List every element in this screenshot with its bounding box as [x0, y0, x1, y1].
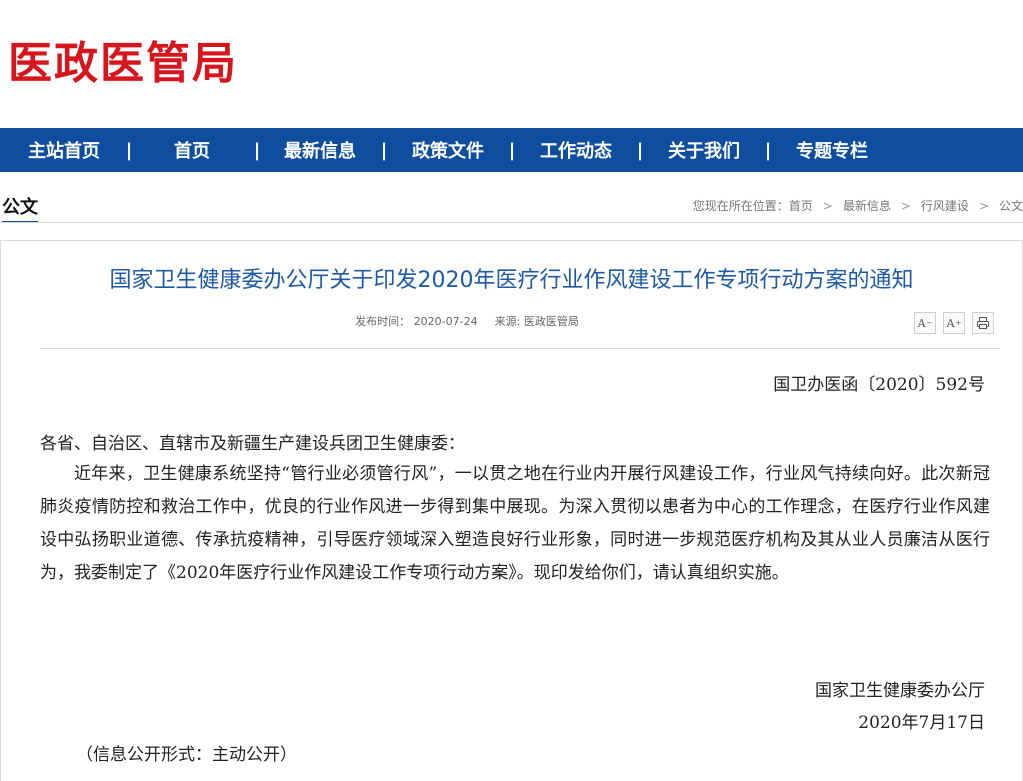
article-tools: A − A +	[914, 312, 994, 334]
nav-separator: |	[253, 139, 261, 161]
body-paragraph: 近年来，卫生健康系统坚持“管行业必须管行风”，一以贯之地在行业内开展行风建设工作…	[40, 464, 990, 583]
source-label: 来源:	[494, 315, 521, 328]
breadcrumb-item-documents[interactable]: 公文	[999, 197, 1023, 214]
nav-item-special-topics[interactable]: 专题专栏	[794, 137, 870, 163]
source-value: 医政医管局	[523, 315, 579, 328]
nav-separator: |	[380, 139, 388, 161]
breadcrumb-item-home[interactable]: 首页	[789, 197, 813, 214]
nav-item-about-us[interactable]: 关于我们	[666, 137, 742, 163]
article-title: 国家卫生健康委办公厅关于印发2020年医疗行业作风建设工作专项行动方案的通知	[109, 268, 914, 293]
font-increase-button[interactable]: A +	[943, 312, 965, 334]
nav-separator: |	[125, 139, 133, 161]
site-logo[interactable]: 医政医管局	[8, 36, 238, 92]
publish-date-label: 发布时间：	[355, 315, 411, 328]
main-nav: 主站首页 | 首页 | 最新信息 | 政策文件 | 工作动态 | 关于我们 | …	[0, 128, 1023, 172]
font-increase-label: A	[946, 316, 955, 330]
breadcrumb-separator: >	[822, 198, 833, 213]
font-increase-plus: +	[955, 319, 962, 327]
nav-separator: |	[636, 139, 644, 161]
nav-separator: |	[508, 139, 516, 161]
nav-item-home[interactable]: 首页	[152, 137, 232, 163]
breadcrumb-separator: >	[978, 198, 989, 213]
article-meta: 发布时间： 2020-07-24 来源: 医政医管局	[0, 313, 934, 329]
printer-icon	[977, 317, 989, 329]
nav-item-main-site-home[interactable]: 主站首页	[22, 137, 106, 163]
disclosure-note: （信息公开形式：主动公开）	[76, 745, 297, 765]
publish-date: 2020-07-24	[413, 315, 478, 328]
section-title: 公文	[2, 196, 38, 223]
addressee: 各省、自治区、直辖市及新疆生产建设兵团卫生健康委：	[40, 434, 465, 454]
nav-separator: |	[764, 139, 772, 161]
signer: 国家卫生健康委办公厅	[815, 681, 985, 701]
meta-divider	[40, 348, 1000, 349]
breadcrumb-item-latest-info[interactable]: 最新信息	[843, 197, 891, 214]
header-divider	[0, 222, 1023, 223]
font-decrease-label: A	[917, 316, 926, 330]
breadcrumb-separator: >	[900, 198, 911, 213]
nav-item-policy-documents[interactable]: 政策文件	[410, 137, 486, 163]
font-decrease-button[interactable]: A −	[914, 312, 936, 334]
sign-date: 2020年7月17日	[858, 713, 985, 733]
nav-item-latest-info[interactable]: 最新信息	[282, 137, 358, 163]
breadcrumb-item-conduct[interactable]: 行风建设	[921, 197, 969, 214]
breadcrumb-prefix: 您现在所在位置：	[692, 199, 789, 213]
minus-icon: −	[926, 319, 933, 327]
nav-item-work-news[interactable]: 工作动态	[538, 137, 614, 163]
print-button[interactable]	[972, 312, 994, 334]
document-number: 国卫办医函〔2020〕592号	[773, 375, 985, 395]
breadcrumb: 您现在所在位置： 首页 > 最新信息 > 行风建设 > 公文	[693, 197, 1023, 214]
